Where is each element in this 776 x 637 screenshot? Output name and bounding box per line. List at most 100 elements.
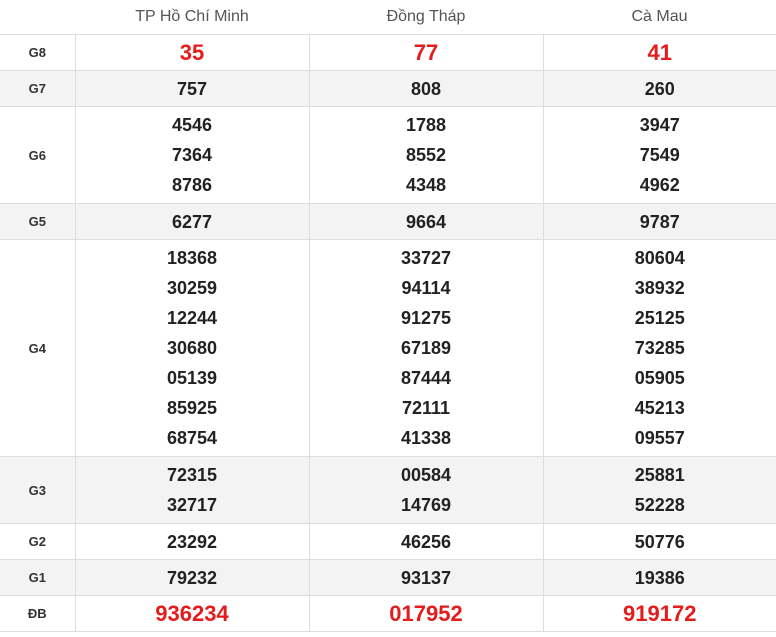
header-province-1: TP Hồ Chí Minh (75, 0, 309, 35)
prize-number: 50776 (634, 531, 685, 552)
header-corner (0, 0, 75, 35)
prize-number: 87444 (400, 368, 452, 388)
prize-row-g5: G5 6277 9664 9787 (0, 203, 776, 240)
prize-number: 41 (647, 39, 672, 65)
prize-cell: 77 (308, 34, 544, 71)
prize-number: 3947 (639, 115, 680, 135)
prize-number: 68754 (166, 428, 218, 448)
prize-number: 05905 (634, 368, 685, 388)
prize-number: 6277 (171, 211, 213, 232)
special-prize-number: 017952 (389, 600, 463, 626)
prize-number: 30680 (166, 338, 218, 358)
prize-label: ĐB (0, 595, 76, 632)
prize-cell: 936234 (74, 595, 310, 632)
prize-cell: 46256 (308, 523, 544, 560)
header-province-3: Cà Mau (543, 0, 776, 35)
prize-row-g8: G8 35 77 41 (0, 34, 776, 71)
prize-number: 91275 (400, 308, 452, 328)
prize-number: 8552 (405, 145, 447, 165)
prize-number: 09557 (634, 428, 685, 448)
prize-number: 46256 (400, 531, 452, 552)
prize-label: G2 (0, 523, 76, 560)
prize-number: 93137 (400, 567, 452, 588)
prize-label: G5 (0, 203, 76, 240)
prize-cell: 50776 (542, 523, 776, 560)
prize-number: 8786 (171, 175, 213, 195)
prize-cell: 33727 94114 91275 67189 87444 72111 4133… (308, 239, 544, 457)
prize-number: 52228 (634, 495, 685, 515)
prize-number: 4962 (639, 175, 680, 195)
prize-cell: 757 (74, 70, 310, 107)
prize-cell: 25881 52228 (542, 456, 776, 524)
prize-number: 757 (176, 78, 208, 99)
prize-label: G7 (0, 70, 76, 107)
prize-cell: 017952 (308, 595, 544, 632)
prize-number: 32717 (166, 495, 218, 515)
prize-row-g1: G1 79232 93137 19386 (0, 559, 776, 596)
prize-number: 9664 (405, 211, 447, 232)
prize-label: G4 (0, 239, 76, 457)
prize-cell: 4546 7364 8786 (74, 106, 310, 204)
prize-number: 72111 (401, 398, 451, 418)
prize-number: 25125 (634, 308, 685, 328)
prize-cell: 9664 (308, 203, 544, 240)
prize-number: 260 (644, 78, 675, 99)
prize-number: 33727 (400, 248, 452, 268)
prize-number: 19386 (634, 567, 685, 588)
prize-number: 7364 (171, 145, 213, 165)
prize-number: 4546 (171, 115, 213, 135)
prize-label: G1 (0, 559, 76, 596)
prize-cell: 23292 (74, 523, 310, 560)
prize-cell: 93137 (308, 559, 544, 596)
special-prize-number: 936234 (155, 600, 229, 626)
header-row: TP Hồ Chí Minh Đồng Tháp Cà Mau (0, 0, 776, 35)
prize-number: 4348 (405, 175, 447, 195)
prize-number: 30259 (166, 278, 218, 298)
prize-cell: 9787 (542, 203, 776, 240)
prize-row-g4: G4 18368 30259 12244 30680 05139 85925 6… (0, 239, 776, 457)
prize-cell: 6277 (74, 203, 310, 240)
prize-cell: 00584 14769 (308, 456, 544, 524)
prize-row-g7: G7 757 808 260 (0, 70, 776, 107)
prize-cell: 18368 30259 12244 30680 05139 85925 6875… (74, 239, 310, 457)
prize-cell: 808 (308, 70, 544, 107)
prize-cell: 80604 38932 25125 73285 05905 45213 0955… (542, 239, 776, 457)
prize-number: 45213 (634, 398, 685, 418)
prize-number: 9787 (639, 211, 680, 232)
prize-row-g6: G6 4546 7364 8786 1788 8552 4348 3947 75… (0, 106, 776, 204)
prize-number: 7549 (639, 145, 680, 165)
prize-cell: 1788 8552 4348 (308, 106, 544, 204)
prize-number: 94114 (401, 278, 451, 298)
prize-cell: 35 (74, 34, 310, 71)
prize-number: 35 (179, 39, 205, 65)
prize-number: 14769 (400, 495, 452, 515)
prize-number: 00584 (400, 465, 452, 485)
prize-cell: 41 (542, 34, 776, 71)
prize-number: 72315 (166, 465, 218, 485)
prize-cell: 3947 7549 4962 (542, 106, 776, 204)
prize-number: 12244 (166, 308, 218, 328)
prize-number: 808 (410, 78, 442, 99)
prize-number: 23292 (166, 531, 218, 552)
prize-cell: 72315 32717 (74, 456, 310, 524)
prize-row-special: ĐB 936234 017952 919172 (0, 595, 776, 632)
prize-row-g3: G3 72315 32717 00584 14769 25881 52228 (0, 456, 776, 524)
prize-number: 18368 (166, 248, 218, 268)
prize-cell: 19386 (542, 559, 776, 596)
prize-row-g2: G2 23292 46256 50776 (0, 523, 776, 560)
prize-number: 80604 (634, 248, 685, 268)
prize-number: 67189 (400, 338, 452, 358)
prize-number: 85925 (166, 398, 218, 418)
prize-cell: 260 (542, 70, 776, 107)
prize-number: 79232 (166, 567, 218, 588)
prize-number: 73285 (634, 338, 685, 358)
prize-label: G8 (0, 34, 76, 71)
lottery-results-table: TP Hồ Chí Minh Đồng Tháp Cà Mau G8 35 77… (0, 0, 776, 632)
prize-cell: 79232 (74, 559, 310, 596)
prize-number: 25881 (634, 465, 685, 485)
prize-number: 41338 (400, 428, 452, 448)
prize-number: 38932 (634, 278, 685, 298)
prize-label: G3 (0, 456, 76, 524)
prize-number: 77 (413, 39, 439, 65)
special-prize-number: 919172 (623, 600, 697, 626)
